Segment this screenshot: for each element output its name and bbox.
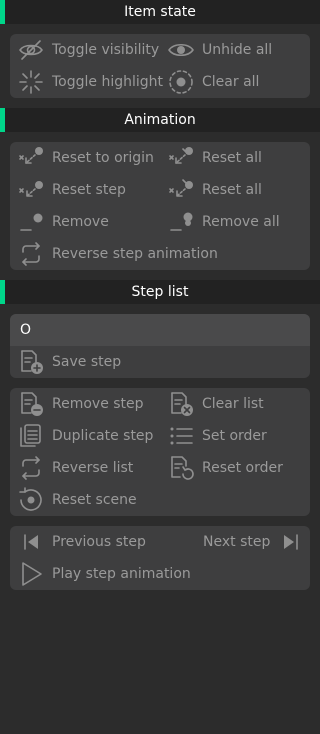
reset-all-origin-button[interactable]: Reset all	[166, 142, 262, 174]
reset-to-origin-label: Reset to origin	[52, 150, 154, 166]
section-accent	[0, 280, 5, 304]
next-step-button[interactable]: Next step	[203, 526, 306, 558]
list-order-icon	[166, 420, 196, 452]
eye-icon	[166, 34, 196, 66]
animation-title: Animation	[124, 112, 196, 128]
reset-scene-icon	[16, 484, 46, 516]
remove-all-label: Remove all	[202, 214, 280, 230]
reset-all-step-button[interactable]: Reset all	[166, 174, 262, 206]
reverse-list-button[interactable]: Reverse list	[16, 452, 133, 484]
reverse-step-animation-label: Reverse step animation	[52, 246, 218, 262]
play-step-animation-label: Play step animation	[52, 566, 191, 582]
reset-step-icon	[16, 174, 46, 206]
reverse-step-animation-button[interactable]: Reverse step animation	[16, 238, 218, 270]
clear-list-button[interactable]: Clear list	[166, 388, 264, 420]
reset-origin-icon	[16, 142, 46, 174]
remove-all-animation-button[interactable]: Remove all	[166, 206, 280, 238]
toggle-highlight-label: Toggle highlight	[52, 74, 164, 90]
clear-highlight-icon	[166, 66, 196, 98]
previous-step-label: Previous step	[52, 534, 146, 550]
reverse-list-label: Reverse list	[52, 460, 134, 476]
save-step-label: Save step	[52, 354, 122, 370]
highlight-burst-icon	[16, 66, 46, 98]
clear-list-icon	[166, 388, 196, 420]
step-list-title: Step list	[131, 284, 189, 300]
remove-step-label: Remove step	[52, 396, 144, 412]
duplicate-step-label: Duplicate step	[52, 428, 154, 444]
set-order-label: Set order	[202, 428, 267, 444]
animation-header: Animation	[0, 108, 320, 132]
previous-step-button[interactable]: Previous step	[16, 526, 146, 558]
reverse-list-icon	[16, 452, 46, 484]
skip-previous-icon	[16, 526, 46, 558]
toggle-highlight-button[interactable]: Toggle highlight	[16, 66, 163, 98]
step-list-header: Step list	[0, 280, 320, 304]
step-name-input[interactable]	[20, 314, 300, 346]
remove-step-icon	[16, 388, 46, 420]
clear-all-label: Clear all	[202, 74, 260, 90]
play-icon	[16, 558, 46, 590]
unhide-all-label: Unhide all	[202, 42, 273, 58]
duplicate-icon	[16, 420, 46, 452]
reset-order-label: Reset order	[202, 460, 283, 476]
item-state-panel: Toggle visibility Unhide all Toggle high…	[10, 34, 310, 98]
skip-next-icon	[276, 526, 306, 558]
reset-scene-button[interactable]: Reset scene	[16, 484, 137, 516]
save-step-icon	[16, 346, 46, 378]
set-order-button[interactable]: Set order	[166, 420, 267, 452]
toggle-visibility-label: Toggle visibility	[52, 42, 160, 58]
remove-label: Remove	[52, 214, 109, 230]
item-state-title: Item state	[124, 4, 196, 20]
clear-all-button[interactable]: Clear all	[166, 66, 259, 98]
reset-to-origin-button[interactable]: Reset to origin	[16, 142, 154, 174]
step-name-field-wrap	[10, 314, 310, 346]
reset-all-step-icon	[166, 174, 196, 206]
reset-order-icon	[166, 452, 196, 484]
remove-animation-icon	[16, 206, 46, 238]
item-state-header: Item state	[0, 0, 320, 24]
next-step-label: Next step	[203, 534, 271, 550]
section-accent	[0, 108, 5, 132]
reset-all-origin-icon	[166, 142, 196, 174]
animation-panel: Reset to origin Reset all Reset step Res…	[10, 142, 310, 270]
save-step-button[interactable]: Save step	[16, 346, 121, 378]
remove-step-button[interactable]: Remove step	[16, 388, 144, 420]
step-actions-panel: Remove step Clear list Duplicate step Se…	[10, 388, 310, 516]
playback-panel: Previous step Next step Play step animat…	[10, 526, 310, 590]
play-step-animation-button[interactable]: Play step animation	[16, 558, 191, 590]
remove-all-animation-icon	[166, 206, 196, 238]
eye-off-icon	[16, 34, 46, 66]
unhide-all-button[interactable]: Unhide all	[166, 34, 272, 66]
clear-list-label: Clear list	[202, 396, 264, 412]
remove-animation-button[interactable]: Remove	[16, 206, 109, 238]
reset-scene-label: Reset scene	[52, 492, 137, 508]
reset-order-button[interactable]: Reset order	[166, 452, 283, 484]
section-accent	[0, 0, 5, 24]
duplicate-step-button[interactable]: Duplicate step	[16, 420, 153, 452]
toggle-visibility-button[interactable]: Toggle visibility	[16, 34, 159, 66]
reset-all-origin-label: Reset all	[202, 150, 262, 166]
reset-all-step-label: Reset all	[202, 182, 262, 198]
reset-step-label: Reset step	[52, 182, 126, 198]
reverse-arrows-icon	[16, 238, 46, 270]
reset-step-button[interactable]: Reset step	[16, 174, 126, 206]
